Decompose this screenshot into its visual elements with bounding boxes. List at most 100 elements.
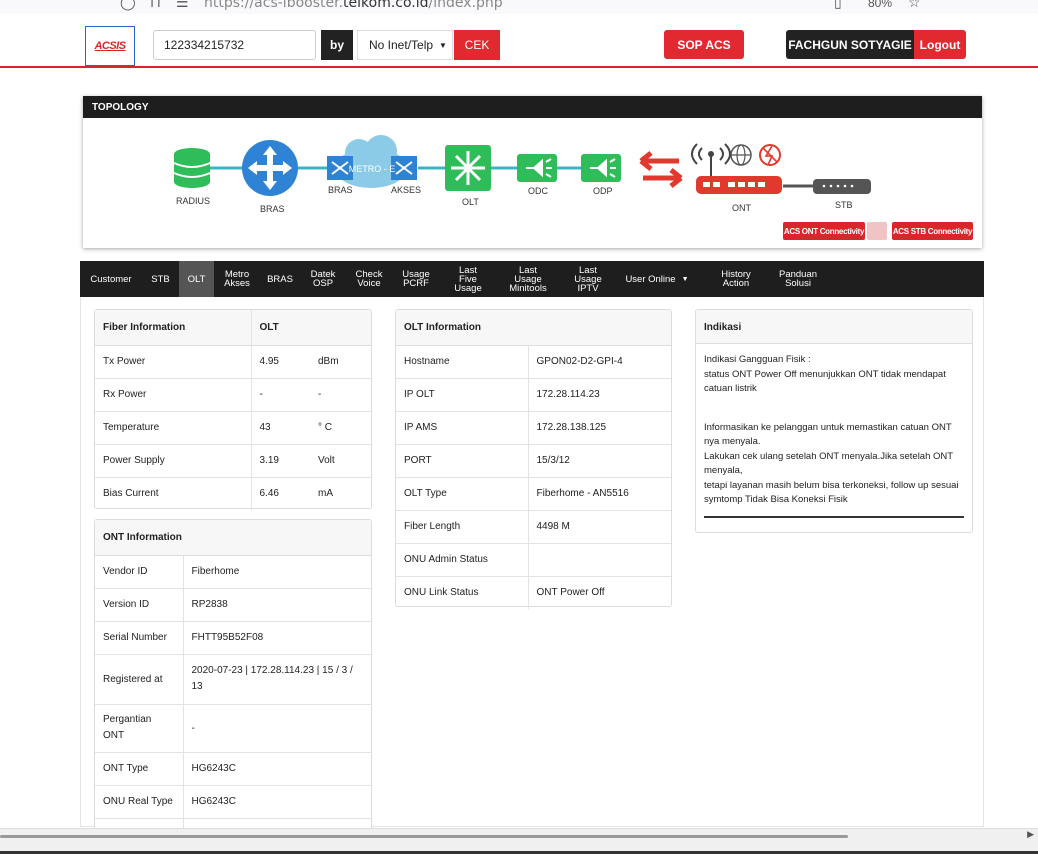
zoom-level[interactable]: 80% [868, 0, 892, 10]
tab-metro-akses[interactable]: Metro Akses [214, 261, 260, 297]
olt-information-panel: OLT Information Hostname GPON02-D2-GPI-4… [395, 309, 672, 609]
cek-button[interactable]: CEK [454, 30, 500, 60]
olt-row-value: 172.28.138.125 [528, 411, 671, 445]
olt-row-label: OLT Type [396, 477, 529, 511]
indikasi-followup: tetapi layanan masih belum bisa terkonek… [704, 479, 959, 506]
url-text[interactable]: https://acs-ibooster.telkom.co.id/index.… [204, 0, 503, 11]
app-header: ACSIS by No Inet/Telp ▼ CEK SOP ACS FACH… [0, 14, 1038, 68]
table-row: Version ID RP2838 [95, 588, 371, 622]
ont-router-icon[interactable] [696, 151, 782, 194]
acs-ont-connectivity-button[interactable]: ACS ONT Connectivity [783, 222, 865, 240]
search-type-value: No Inet/Telp [369, 38, 434, 52]
user-name-button[interactable]: FACHGUN SOTYAGIE [786, 30, 914, 59]
ont-row-label: Version ID [95, 588, 184, 622]
url-prefix: https://acs-ibooster. [204, 0, 344, 11]
table-row: IP OLT 172.28.114.23 [396, 378, 671, 412]
tab-stb[interactable]: STB [142, 261, 179, 297]
sop-acs-button[interactable]: SOP ACS [664, 30, 744, 59]
scroll-right-icon[interactable]: ▶ [1027, 829, 1034, 840]
fiber-row-unit: Volt [310, 444, 371, 478]
tab-last-usage-iptv[interactable]: Last Usage IPTV [560, 261, 616, 297]
tab-panduan-solusi[interactable]: Panduan Solusi [774, 261, 822, 297]
reader-icon[interactable]: ▯ [834, 0, 842, 11]
scrollbar-thumb[interactable] [0, 835, 848, 838]
tab-user-online[interactable]: User Online ▼ [616, 261, 698, 297]
odc-icon[interactable] [517, 154, 557, 182]
acs-stb-connectivity-button[interactable]: ACS STB Connectivity [892, 222, 973, 240]
radius-icon[interactable] [173, 148, 211, 188]
metro-e-cloud-icon[interactable]: METRO - E [327, 135, 417, 188]
tab-last-five-usage[interactable]: Last Five Usage [440, 261, 496, 297]
chevron-down-icon: ▼ [439, 40, 447, 50]
olt-row-label: ONU Link Status [396, 576, 529, 609]
table-row: ONU Real Type HG6243C [95, 785, 371, 819]
olt-row-value: 4498 M [528, 510, 671, 544]
tab-bar: Customer STB OLT Metro Akses BRAS Datek … [80, 261, 984, 297]
table-row: OLT Type Fiberhome - AN5516 [396, 477, 671, 511]
tab-customer[interactable]: Customer [80, 261, 142, 297]
metro-e-label: METRO - E [349, 164, 396, 174]
url-suffix: /index.php [428, 0, 503, 11]
url-domain: telkom.co.id [343, 0, 429, 11]
metro-bras-label: BRAS [328, 185, 353, 195]
olt-label: OLT [462, 197, 479, 207]
tab-bras[interactable]: BRAS [260, 261, 300, 297]
ont-label: ONT [732, 203, 751, 213]
topology-panel: TOPOLOGY METRO - E RADIUS BRAS BRAS AKSE… [83, 96, 982, 248]
fiber-row-label: Tx Power [95, 345, 252, 379]
ont-row-label: Pergantian ONT [95, 704, 184, 753]
odc-label: ODC [528, 186, 548, 196]
ont-row-label: ONU Real Type [95, 785, 184, 819]
ont-row-value: Fiberhome [183, 555, 371, 589]
ont-row-label: Vendor ID [95, 555, 184, 589]
permissions-icon: ⚌ [176, 0, 189, 10]
bras-router-icon[interactable] [242, 140, 298, 196]
stb-label: STB [835, 200, 853, 210]
tab-user-online-label: User Online [625, 273, 676, 285]
ont-row-label: ONT Type [95, 752, 184, 786]
metro-akses-label: AKSES [391, 185, 422, 195]
fiber-row-unit: dBm [310, 345, 371, 379]
indikasi-body: Indikasi Gangguan Fisik : status ONT Pow… [696, 344, 972, 508]
tab-last-usage-minitools[interactable]: Last Usage Minitools [496, 261, 560, 297]
browser-url-bar: ◯ ⊓ ⚌ https://acs-ibooster.telkom.co.id/… [0, 0, 1038, 14]
tab-usage-pcrf[interactable]: Usage PCRF [392, 261, 440, 297]
fiber-row-unit: ° C [310, 411, 371, 445]
olt-row-value [528, 543, 671, 577]
fiber-row-label: Power Supply [95, 444, 252, 478]
indikasi-divider [704, 515, 964, 518]
olt-icon[interactable] [445, 145, 491, 191]
olt-row-label: IP OLT [396, 378, 529, 412]
tab-check-voice[interactable]: Check Voice [346, 261, 392, 297]
search-type-select[interactable]: No Inet/Telp ▼ [357, 30, 453, 60]
table-row: PORT 15/3/12 [396, 444, 671, 478]
horizontal-scrollbar[interactable]: ▶ [0, 828, 1038, 854]
no-power-icon [759, 144, 781, 166]
olt-row-label: Fiber Length [396, 510, 529, 544]
olt-row-value: 172.28.114.23 [528, 378, 671, 412]
fiber-row-value: 6.46 [259, 488, 279, 500]
fiber-row-value: 43 [251, 411, 310, 445]
stb-icon[interactable] [813, 179, 871, 194]
olt-info-header: OLT Information [396, 310, 671, 346]
table-row: Tx Power 4.95 dBm [95, 345, 371, 379]
olt-row-label: Hostname [396, 345, 529, 379]
odp-label: ODP [593, 186, 613, 196]
odp-icon[interactable] [581, 154, 621, 182]
indikasi-panel: Indikasi Indikasi Gangguan Fisik : statu… [695, 309, 973, 533]
fiber-row-unit: mA [318, 488, 333, 500]
table-row: Serial Number FHTT95B52F08 [95, 621, 371, 655]
logout-button[interactable]: Logout [914, 30, 966, 59]
search-input[interactable] [153, 30, 316, 60]
tab-datek-osp[interactable]: Datek OSP [300, 261, 346, 297]
chevron-down-icon: ▼ [681, 275, 689, 283]
table-row: Hostname GPON02-D2-GPI-4 [396, 345, 671, 379]
table-row: Temperature 43 ° C [95, 411, 371, 445]
tab-olt[interactable]: OLT [179, 261, 214, 297]
shield-icon: ◯ [120, 0, 136, 10]
connectivity-spacer [867, 222, 887, 240]
tab-history-action[interactable]: History Action [698, 261, 774, 297]
bookmark-star-icon[interactable]: ☆ [908, 0, 921, 11]
acsis-logo[interactable]: ACSIS [85, 26, 135, 66]
table-row: Rx Power - - [95, 378, 371, 412]
